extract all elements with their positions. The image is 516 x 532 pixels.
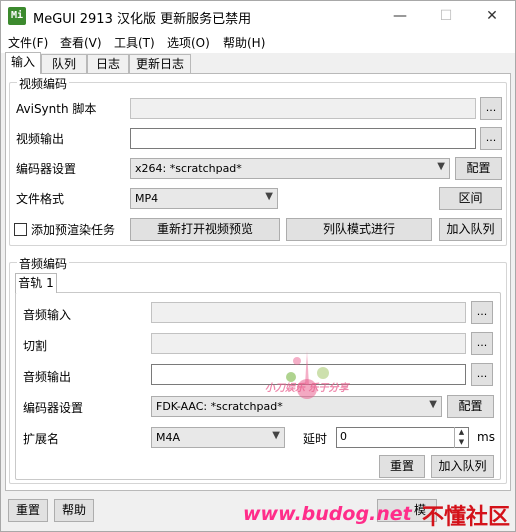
chevron-down-icon: ▼ — [437, 161, 445, 172]
video-output-label: 视频输出 — [16, 132, 65, 146]
close-button[interactable]: ✕ — [469, 1, 515, 31]
extension-label: 扩展名 — [23, 432, 60, 446]
tab-audio-track-1[interactable]: 音轨 1 — [15, 273, 57, 293]
audio-group-title: 音频编码 — [17, 255, 70, 272]
window-title: MeGUI 2913 汉化版 更新服务已禁用 — [33, 12, 252, 27]
watermark-brand: 小刀娱乐 乐于分享 — [265, 383, 349, 394]
delay-value: 0 — [340, 430, 347, 443]
queue-mode-button[interactable]: 列队模式进行 — [286, 218, 432, 241]
audio-input-label: 音频输入 — [23, 308, 72, 322]
input-panel: 视频编码 AviSynth 脚本 ... 视频输出 ... 编码器设置 x264… — [5, 73, 511, 491]
menu-tools[interactable]: 工具(T) — [114, 34, 155, 51]
extension-value: M4A — [156, 431, 181, 444]
video-output-browse-button[interactable]: ... — [480, 127, 502, 150]
delay-unit: ms — [477, 430, 495, 444]
watermark-site: 不懂社区 — [422, 505, 511, 530]
file-format-label: 文件格式 — [16, 192, 65, 206]
prerender-label: 添加预渲染任务 — [31, 223, 116, 237]
chevron-down-icon: ▼ — [429, 399, 437, 410]
reopen-preview-button[interactable]: 重新打开视频预览 — [130, 218, 280, 241]
extension-select[interactable]: M4A ▼ — [151, 427, 285, 448]
avisynth-input[interactable] — [130, 98, 476, 119]
tab-changelog[interactable]: 更新日志 — [129, 54, 191, 74]
video-encoder-value: x264: *scratchpad* — [135, 162, 242, 175]
video-add-queue-button[interactable]: 加入队列 — [439, 218, 502, 241]
menu-view[interactable]: 查看(V) — [60, 34, 102, 51]
delay-input[interactable]: 0 ▲ ▼ — [336, 427, 469, 448]
video-encoder-select[interactable]: x264: *scratchpad* ▼ — [130, 158, 450, 179]
audio-cut-label: 切割 — [23, 339, 48, 353]
title-bar[interactable]: Mi MeGUI 2913 汉化版 更新服务已禁用 — ☐ ✕ — [1, 1, 515, 31]
spin-up-icon[interactable]: ▲ — [455, 427, 468, 437]
app-icon: Mi — [8, 7, 26, 25]
video-encoder-label: 编码器设置 — [16, 162, 77, 176]
video-config-button[interactable]: 配置 — [455, 157, 502, 180]
reset-button[interactable]: 重置 — [8, 499, 48, 522]
video-output-input[interactable] — [130, 128, 476, 149]
chevron-down-icon: ▼ — [272, 430, 280, 441]
megui-window: Mi MeGUI 2913 汉化版 更新服务已禁用 — ☐ ✕ 文件(F) 查看… — [0, 0, 516, 532]
audio-cut-browse-button[interactable]: ... — [471, 332, 493, 355]
menu-file[interactable]: 文件(F) — [8, 34, 48, 51]
audio-encoder-label: 编码器设置 — [23, 401, 84, 415]
file-format-select[interactable]: MP4 ▼ — [130, 188, 278, 209]
tab-queue[interactable]: 队列 — [41, 54, 87, 74]
avisynth-label: AviSynth 脚本 — [16, 102, 97, 116]
menu-bar: 文件(F) 查看(V) 工具(T) 选项(O) 帮助(H) — [1, 31, 515, 53]
audio-input-browse-button[interactable]: ... — [471, 301, 493, 324]
delay-spinner[interactable]: ▲ ▼ — [454, 427, 468, 448]
minimize-button[interactable]: — — [377, 1, 423, 31]
audio-reset-button[interactable]: 重置 — [379, 455, 425, 478]
avisynth-browse-button[interactable]: ... — [480, 97, 502, 120]
menu-options[interactable]: 选项(O) — [167, 34, 210, 51]
menu-help[interactable]: 帮助(H) — [223, 34, 265, 51]
delay-label: 延时 — [303, 432, 328, 446]
tab-input[interactable]: 输入 — [5, 52, 41, 74]
audio-output-browse-button[interactable]: ... — [471, 363, 493, 386]
zone-button[interactable]: 区间 — [439, 187, 502, 210]
audio-output-label: 音频输出 — [23, 370, 72, 384]
audio-config-button[interactable]: 配置 — [447, 395, 494, 418]
spin-down-icon[interactable]: ▼ — [455, 437, 468, 447]
tab-log[interactable]: 日志 — [87, 54, 129, 74]
watermark-url: www.budog.net — [243, 503, 412, 525]
chevron-down-icon: ▼ — [265, 191, 273, 202]
help-button[interactable]: 帮助 — [54, 499, 94, 522]
prerender-checkbox[interactable] — [14, 223, 27, 236]
file-format-value: MP4 — [135, 192, 159, 205]
video-group-title: 视频编码 — [17, 75, 70, 92]
maximize-button[interactable]: ☐ — [423, 1, 469, 31]
audio-add-queue-button[interactable]: 加入队列 — [431, 455, 494, 478]
audio-input-field[interactable] — [151, 302, 466, 323]
splash-watermark-icon — [286, 351, 329, 399]
